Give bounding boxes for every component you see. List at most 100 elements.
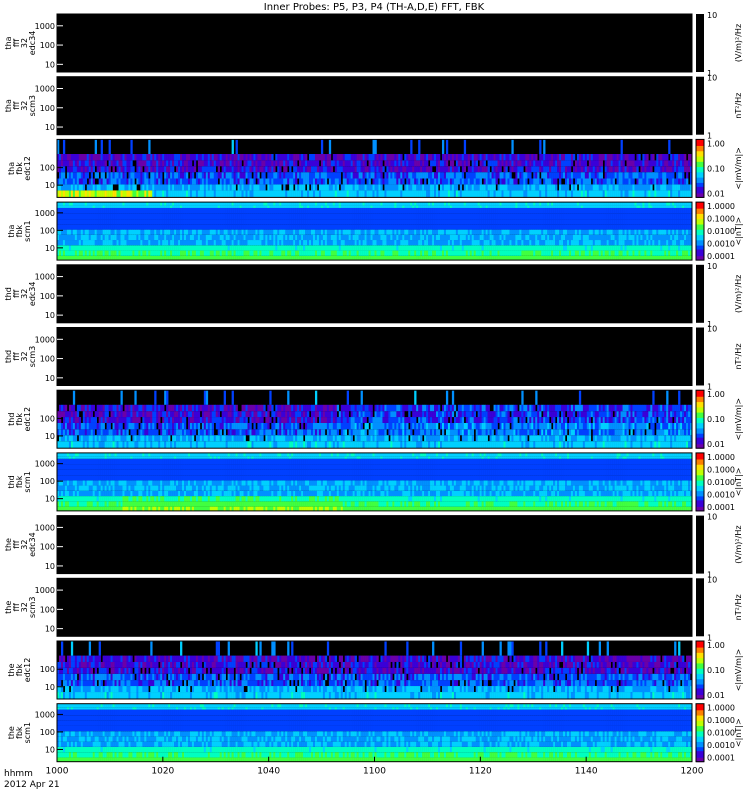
spectrogram-cell bbox=[345, 230, 347, 235]
spectrogram-cell bbox=[132, 251, 134, 256]
spectrogram-cell bbox=[105, 208, 107, 214]
spectrogram-cell bbox=[509, 256, 511, 260]
spectrogram-cell bbox=[249, 256, 251, 260]
spectrogram-cell bbox=[75, 154, 77, 160]
spectrogram-cell bbox=[109, 214, 111, 219]
spectrogram-cell bbox=[630, 172, 632, 178]
spectrogram-cell bbox=[470, 154, 472, 160]
spectrogram-cell bbox=[75, 208, 77, 214]
spectrogram-cell bbox=[130, 256, 132, 260]
spectrogram-cell bbox=[216, 240, 218, 245]
spectrogram-cell bbox=[99, 256, 101, 260]
spectrogram-cell bbox=[335, 256, 337, 260]
spectrogram-cell bbox=[174, 214, 176, 219]
spectrogram-cell bbox=[204, 230, 206, 235]
spectrogram-cell bbox=[355, 154, 357, 160]
spectrogram-cell bbox=[492, 206, 494, 208]
spectrogram-cell bbox=[345, 160, 347, 166]
spectrogram-cell bbox=[337, 251, 339, 256]
spectrogram-cell bbox=[650, 154, 652, 160]
spectrogram-cell bbox=[396, 235, 398, 240]
spectrogram-cell bbox=[267, 179, 269, 185]
spectrogram-cell bbox=[392, 235, 394, 240]
spectrogram-cell bbox=[176, 184, 178, 190]
spectrogram-cell bbox=[315, 219, 317, 224]
spectrogram-cell bbox=[206, 154, 208, 160]
spectrogram-cell bbox=[238, 166, 240, 172]
spectrogram-cell bbox=[646, 184, 648, 190]
spectrogram-cell bbox=[454, 230, 456, 235]
spectrogram-cell bbox=[619, 160, 621, 166]
spectrogram-cell bbox=[629, 166, 631, 172]
spectrogram-cell bbox=[273, 256, 275, 260]
spectrogram-cell bbox=[309, 206, 311, 208]
spectrogram-cell bbox=[567, 160, 569, 166]
spectrogram-cell bbox=[275, 235, 277, 240]
spectrogram-cell bbox=[460, 208, 462, 214]
spectrogram-cell bbox=[212, 240, 214, 245]
spectrogram-cell bbox=[537, 190, 539, 197]
spectrogram-cell bbox=[388, 208, 390, 214]
spectrogram-cell bbox=[126, 166, 128, 172]
spectrogram-cell bbox=[305, 240, 307, 245]
spectrogram-cell bbox=[390, 154, 392, 160]
spectrogram-cell bbox=[242, 179, 244, 185]
spectrogram-cell bbox=[454, 245, 456, 250]
spectrogram-cell bbox=[313, 245, 315, 250]
spectrogram-cell bbox=[408, 166, 410, 172]
spectrogram-cell bbox=[571, 190, 573, 197]
spectrogram-cell bbox=[174, 160, 176, 166]
spectrogram-cell bbox=[486, 179, 488, 185]
spectrogram-cell bbox=[438, 160, 440, 166]
spectrogram-cell bbox=[367, 251, 369, 256]
spectrogram-cell bbox=[468, 240, 470, 245]
spectrogram-cell bbox=[281, 256, 283, 260]
spectrogram-cell bbox=[442, 139, 444, 154]
spectrogram-cell bbox=[339, 214, 341, 219]
spectrogram-cell bbox=[184, 179, 186, 185]
spectrogram-cell bbox=[301, 224, 303, 229]
spectrogram-cell bbox=[343, 256, 345, 260]
spectrogram-cell bbox=[273, 240, 275, 245]
spectrogram-cell bbox=[307, 179, 309, 185]
spectrogram-cell bbox=[103, 208, 105, 214]
spectrogram-cell bbox=[656, 184, 658, 190]
spectrogram-cell bbox=[468, 206, 470, 208]
spectrogram-cell bbox=[418, 214, 420, 219]
spectrogram-cell bbox=[494, 206, 496, 208]
spectrogram-cell bbox=[222, 179, 224, 185]
spectrogram-cell bbox=[438, 235, 440, 240]
spectrogram-cell bbox=[440, 214, 442, 219]
spectrogram-cell bbox=[234, 245, 236, 250]
spectrogram-cell bbox=[345, 208, 347, 214]
spectrogram-cell bbox=[335, 208, 337, 214]
spectrogram-cell bbox=[128, 202, 130, 205]
spectrogram-cell bbox=[436, 179, 438, 185]
spectrogram-cell bbox=[240, 172, 242, 178]
spectrogram-cell bbox=[317, 214, 319, 219]
spectrogram-cell bbox=[472, 245, 474, 250]
spectrogram-cell bbox=[148, 251, 150, 256]
spectrogram-cell bbox=[301, 206, 303, 208]
spectrogram-cell bbox=[484, 190, 486, 197]
spectrogram-cell bbox=[402, 166, 404, 172]
spectrogram-cell bbox=[188, 154, 190, 160]
spectrogram-cell bbox=[126, 190, 128, 197]
spectrogram-cell bbox=[331, 230, 333, 235]
spectrogram-cell bbox=[539, 160, 541, 166]
spectrogram-cell bbox=[329, 139, 331, 154]
spectrogram-cell bbox=[464, 224, 466, 229]
spectrogram-cell bbox=[670, 190, 672, 197]
spectrogram-cell bbox=[200, 224, 202, 229]
spectrogram-cell bbox=[460, 230, 462, 235]
spectrogram-cell bbox=[190, 184, 192, 190]
spectrogram-cell bbox=[93, 240, 95, 245]
spectrogram-cell bbox=[202, 172, 204, 178]
spectrogram-cell bbox=[190, 245, 192, 250]
spectrogram-cell bbox=[434, 184, 436, 190]
spectrogram-cell bbox=[317, 240, 319, 245]
spectrogram-cell bbox=[93, 235, 95, 240]
spectrogram-cell bbox=[111, 251, 113, 256]
spectrogram-cell bbox=[87, 256, 89, 260]
spectrogram-cell bbox=[460, 160, 462, 166]
